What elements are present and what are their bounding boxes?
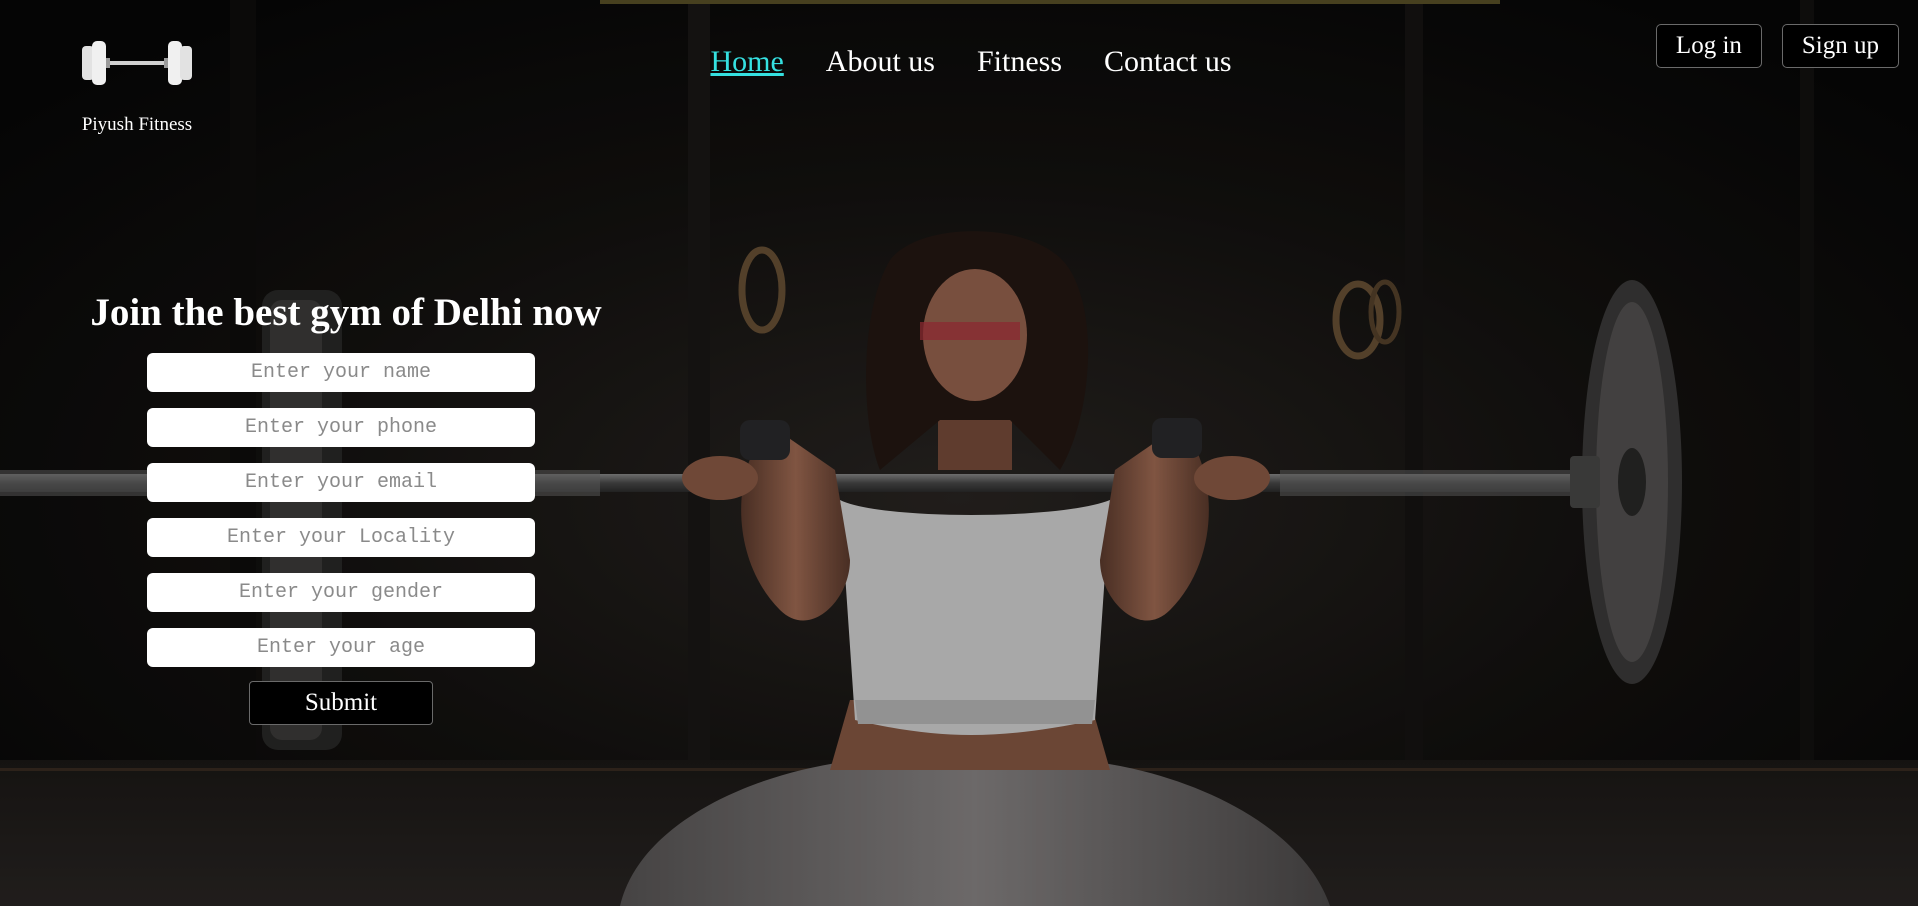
phone-input[interactable] bbox=[147, 408, 535, 447]
auth-buttons: Log in Sign up bbox=[1655, 24, 1899, 68]
join-heading: Join the best gym of Delhi now bbox=[90, 291, 602, 334]
signup-button[interactable]: Sign up bbox=[1781, 24, 1899, 68]
page: Piyush Fitness Home About us Fitness Con… bbox=[0, 0, 1918, 906]
nav-link-about-us[interactable]: About us bbox=[826, 40, 935, 84]
submit-button[interactable]: Submit bbox=[249, 681, 433, 725]
brand-name: Piyush Fitness bbox=[81, 114, 193, 135]
join-section: Join the best gym of Delhi now Submit bbox=[68, 290, 624, 725]
age-input[interactable] bbox=[147, 628, 535, 667]
nav-link-home[interactable]: Home bbox=[710, 40, 783, 84]
nav-link-fitness[interactable]: Fitness bbox=[977, 40, 1062, 84]
gender-input[interactable] bbox=[147, 573, 535, 612]
login-button[interactable]: Log in bbox=[1655, 24, 1762, 68]
email-input[interactable] bbox=[147, 463, 535, 502]
name-input[interactable] bbox=[147, 353, 535, 392]
main-nav: Home About us Fitness Contact us bbox=[0, 40, 1918, 84]
locality-input[interactable] bbox=[147, 518, 535, 557]
join-form: Submit bbox=[68, 353, 624, 725]
nav-link-contact-us[interactable]: Contact us bbox=[1104, 40, 1232, 84]
